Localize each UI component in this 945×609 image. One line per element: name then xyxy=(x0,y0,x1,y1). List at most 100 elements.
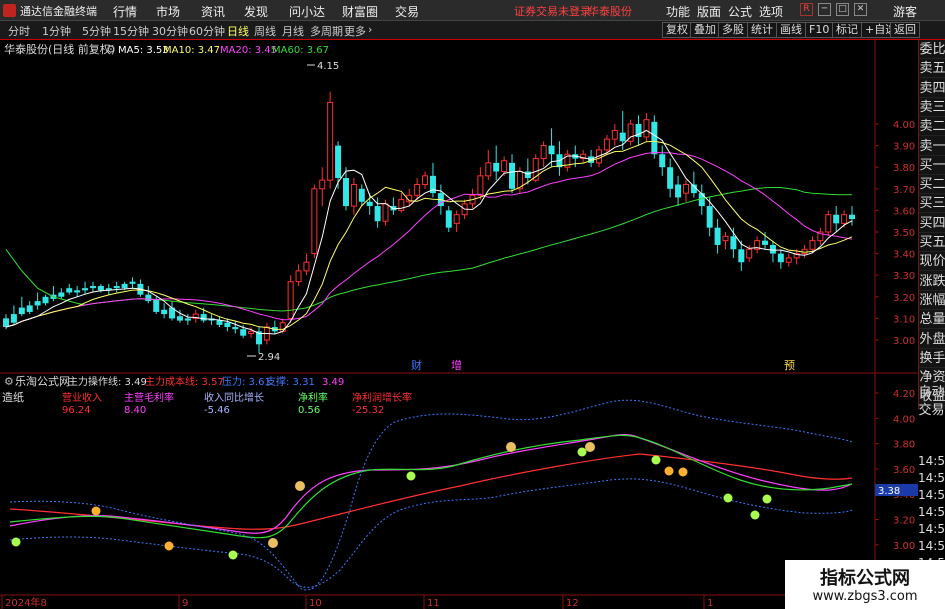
event-marker-cai[interactable]: 财 xyxy=(411,358,422,372)
stock-chart[interactable]: 华泰股份(日线 前复权) ⚙ MA5: 3.53MA10: 3.47 MA20: … xyxy=(0,40,945,609)
candle-body xyxy=(841,214,848,224)
right-nav-item[interactable]: 现价 xyxy=(919,252,945,272)
y-tick-label: 3.20 xyxy=(893,293,915,304)
right-nav-item[interactable]: 卖二 xyxy=(919,117,945,137)
maximize-icon[interactable]: □ xyxy=(836,3,849,16)
candle-body xyxy=(445,210,452,228)
event-marker-yu[interactable]: 预 xyxy=(784,359,795,372)
candle-body xyxy=(509,162,516,189)
more-chevron-icon[interactable]: › xyxy=(368,23,372,36)
right-nav-item[interactable]: 买三 xyxy=(919,194,945,214)
minimize-icon[interactable]: ─ xyxy=(818,3,831,16)
close-icon[interactable]: ✕ xyxy=(854,3,867,16)
candle-body xyxy=(74,290,81,293)
y-tick-label: 3.00 xyxy=(893,336,915,347)
candle-body xyxy=(714,227,721,245)
right-trade-nav: 自动 交易 xyxy=(918,384,945,424)
period-fenshi[interactable]: 分时 xyxy=(8,23,30,39)
period-5min[interactable]: 5分钟 xyxy=(82,23,111,39)
settings-gear-icon[interactable]: ⚙ xyxy=(106,43,116,56)
hand-pointer-icon xyxy=(164,541,174,551)
right-nav-item[interactable]: 委比 xyxy=(919,40,945,59)
period-60min[interactable]: 60分钟 xyxy=(189,23,225,39)
huaxian-button[interactable]: 画线 xyxy=(776,22,806,38)
apple-icon xyxy=(762,494,772,504)
guest-label[interactable]: 游客 xyxy=(893,3,917,20)
candle-body xyxy=(97,286,104,291)
apple-icon xyxy=(577,447,587,457)
candle-body xyxy=(738,249,745,263)
watermark-url: www.zbgs3.com xyxy=(812,589,918,604)
period-more[interactable]: 更多 xyxy=(344,23,366,39)
sub-y-tick-label: 4.00 xyxy=(893,414,915,425)
right-trade-item[interactable]: 交易 xyxy=(918,402,945,420)
period-1min[interactable]: 1分钟 xyxy=(42,23,71,39)
right-nav-item[interactable]: 涨幅 xyxy=(919,291,945,310)
right-nav-item[interactable]: 买二 xyxy=(919,175,945,195)
menu-jiaoyi[interactable]: 交易 xyxy=(395,3,419,20)
metric-value: 96.24 xyxy=(62,405,91,416)
period-30min[interactable]: 30分钟 xyxy=(152,23,188,39)
candle-body xyxy=(524,171,531,178)
candle-body xyxy=(659,154,666,168)
right-nav-item[interactable]: 涨跌 xyxy=(919,272,945,291)
candle-body xyxy=(200,314,207,321)
right-nav-item[interactable]: 买一 xyxy=(919,156,945,175)
r-button[interactable]: R xyxy=(800,3,813,16)
fuquan-button[interactable]: 复权 xyxy=(662,22,692,38)
login-warning[interactable]: 证券交易未登录 xyxy=(514,3,591,19)
candle-body xyxy=(801,248,808,255)
period-multi[interactable]: 多周期 xyxy=(310,23,343,39)
money-bag-icon xyxy=(506,442,516,452)
menu-xuanxiang[interactable]: 选项 xyxy=(759,3,783,20)
period-weekly[interactable]: 周线 xyxy=(254,23,276,39)
high-label: 4.15 xyxy=(317,61,339,72)
menu-gongshi[interactable]: 公式 xyxy=(728,3,752,20)
menu-hangqing[interactable]: 行情 xyxy=(113,3,137,20)
period-daily[interactable]: 日线 xyxy=(227,23,249,39)
ma-legend-item: MA5: 3.53 xyxy=(118,45,169,56)
candle-body xyxy=(319,179,326,190)
sub-gear-icon[interactable]: ⚙ xyxy=(4,375,14,388)
menu-faxian[interactable]: 发现 xyxy=(244,3,268,20)
tongji-button[interactable]: 统计 xyxy=(747,22,777,38)
period-15min[interactable]: 15分钟 xyxy=(113,23,149,39)
candlestick-series xyxy=(3,91,855,353)
stock-name-top: 华泰股份 xyxy=(588,5,632,18)
right-nav-item[interactable]: 买四 xyxy=(919,214,945,233)
f10-button[interactable]: F10 xyxy=(805,22,834,38)
money-bag-icon xyxy=(585,442,595,452)
duogu-button[interactable]: 多股 xyxy=(718,22,748,38)
menu-caifuquan[interactable]: 财富圈 xyxy=(342,3,378,20)
y-tick-label: 3.90 xyxy=(893,142,915,153)
x-tick-label: 2024年8 xyxy=(5,596,47,609)
y-tick-label: 3.70 xyxy=(893,185,915,196)
menu-banmian[interactable]: 版面 xyxy=(697,3,721,20)
right-nav-item[interactable]: 卖三 xyxy=(919,98,945,117)
right-nav-item[interactable]: 买五 xyxy=(919,233,945,252)
main-y-ticks: 4.00 3.90 3.80 3.70 3.60 3.50 3.40 3.30 3.20 3.10… xyxy=(875,120,915,347)
right-nav-item[interactable]: 卖四 xyxy=(919,79,945,98)
right-nav-item[interactable]: 外盘 xyxy=(919,330,945,349)
candle-body xyxy=(145,294,152,302)
right-nav-item[interactable]: 卖五 xyxy=(919,59,945,79)
event-marker-zeng[interactable]: 增 xyxy=(451,358,462,372)
right-nav-item[interactable]: 卖一 xyxy=(919,137,945,156)
candle-body xyxy=(279,322,286,332)
menu-zixun[interactable]: 资讯 xyxy=(201,3,225,20)
menu-wenxiaoda[interactable]: 问小达 xyxy=(289,3,325,20)
menu-gongneng[interactable]: 功能 xyxy=(666,3,690,20)
diejia-button[interactable]: 叠加 xyxy=(690,22,720,38)
x-tick-label: 1 xyxy=(707,598,713,609)
metric-value: 8.40 xyxy=(124,405,146,416)
candle-body xyxy=(722,235,729,242)
back-button[interactable]: 返回 xyxy=(890,22,920,38)
candle-body xyxy=(287,281,294,319)
biaoji-button[interactable]: 标记 xyxy=(832,22,862,38)
right-nav-item[interactable]: 总量 xyxy=(919,310,945,330)
period-monthly[interactable]: 月线 xyxy=(282,23,304,39)
menu-shichang[interactable]: 市场 xyxy=(156,3,180,20)
right-trade-item[interactable]: 自动 xyxy=(918,384,945,402)
metric-name: 主营毛利率 xyxy=(124,391,174,404)
right-nav-item[interactable]: 换手 xyxy=(919,349,945,368)
